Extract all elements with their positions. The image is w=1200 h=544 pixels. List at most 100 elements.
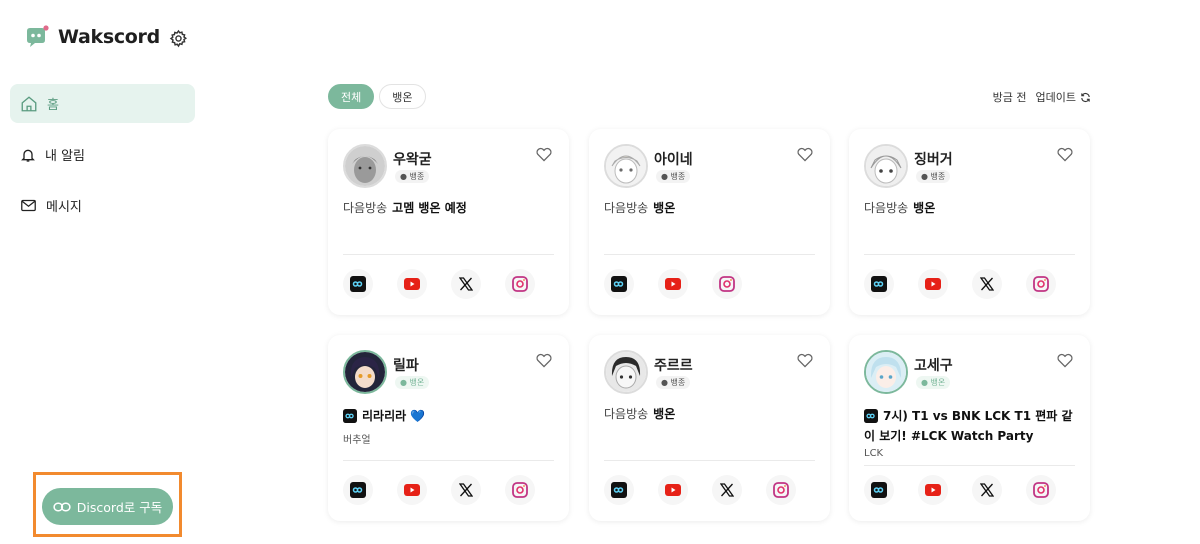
sidebar-item-home[interactable]: 홈 (10, 84, 195, 123)
streamer-card[interactable]: 우왁굳 ● 뱅종 다음방송 고멤 뱅온 예정 (328, 129, 569, 315)
instagram-icon[interactable] (505, 475, 535, 505)
heart-icon[interactable] (796, 146, 814, 162)
sidebar: Wakscord 홈 내 알림 메시지 Discord로 구독 (0, 0, 205, 544)
avatar (343, 350, 387, 394)
live-title: 7시) T1 vs BNK LCK T1 편파 같이 보기! #LCK Watc… (864, 409, 1073, 443)
divider (343, 254, 554, 255)
filter-live[interactable]: 뱅온 (379, 84, 426, 109)
divider (864, 465, 1075, 466)
heart-icon[interactable] (1056, 146, 1074, 162)
avatar (604, 144, 648, 188)
x-icon[interactable] (712, 475, 742, 505)
sidebar-nav: 홈 내 알림 메시지 (10, 84, 195, 237)
filter-all[interactable]: 전체 (328, 84, 375, 109)
live-title: 리라리라 💙 (343, 408, 558, 428)
avatar (343, 144, 387, 188)
chzzk-icon[interactable] (343, 269, 373, 299)
app: Wakscord 홈 내 알림 메시지 Discord로 구독 전체 뱅온 방금… (0, 0, 1200, 544)
heart-icon[interactable] (796, 352, 814, 368)
status-badge: ● 뱅온 (395, 376, 430, 389)
refresh-icon[interactable] (1080, 92, 1091, 103)
live-category: LCK (864, 448, 884, 459)
streamer-card[interactable]: 아이네 ● 뱅종 다음방송 뱅온 (589, 129, 830, 315)
streamer-name: 고세구 (914, 358, 953, 374)
chzzk-icon (864, 409, 878, 428)
instagram-icon[interactable] (1026, 475, 1056, 505)
x-icon[interactable] (451, 269, 481, 299)
youtube-icon[interactable] (658, 475, 688, 505)
discord-subscribe-button[interactable]: Discord로 구독 (42, 488, 173, 525)
bell-icon (21, 149, 35, 162)
sidebar-item-label: 메시지 (46, 200, 82, 215)
streamer-card[interactable]: 고세구 ● 뱅온 7시) T1 vs BNK LCK T1 편파 같이 보기! … (849, 335, 1090, 521)
youtube-icon[interactable] (658, 269, 688, 299)
discord-subscribe-label: Discord로 구독 (76, 500, 163, 515)
update-time: 방금 전 (992, 91, 1027, 104)
logo[interactable]: Wakscord (24, 24, 160, 50)
x-icon[interactable] (972, 475, 1002, 505)
streamer-name: 주르르 (654, 358, 693, 374)
app-title: Wakscord (58, 26, 160, 48)
home-icon (21, 95, 37, 111)
youtube-icon[interactable] (397, 269, 427, 299)
mail-icon (21, 199, 36, 212)
divider (604, 460, 815, 461)
x-icon[interactable] (972, 269, 1002, 299)
settings-gear-icon[interactable] (166, 26, 190, 50)
social-links (604, 475, 820, 505)
avatar (604, 350, 648, 394)
streamer-name: 릴파 (393, 358, 419, 374)
sidebar-item-label: 홈 (47, 98, 59, 113)
streamer-card[interactable]: 주르르 ● 뱅종 다음방송 뱅온 (589, 335, 830, 521)
wakscord-logo-icon (24, 24, 50, 50)
sidebar-item-label: 내 알림 (45, 149, 86, 164)
update-status: 방금 전 업데이트 (993, 89, 1091, 105)
divider (604, 254, 815, 255)
sidebar-item-notifications[interactable]: 내 알림 (10, 135, 195, 174)
youtube-icon[interactable] (918, 475, 948, 505)
streamer-card[interactable]: 징버거 ● 뱅종 다음방송 뱅온 (849, 129, 1090, 315)
divider (864, 254, 1075, 255)
heart-icon[interactable] (535, 146, 553, 162)
discord-subscribe-highlight: Discord로 구독 (33, 472, 182, 537)
x-icon[interactable] (451, 475, 481, 505)
status-badge: ● 뱅종 (395, 170, 430, 183)
sidebar-item-messages[interactable]: 메시지 (10, 186, 195, 225)
chzzk-icon[interactable] (864, 475, 894, 505)
next-broadcast: 다음방송 뱅온 (864, 201, 936, 215)
heart-icon[interactable] (535, 352, 553, 368)
heart-icon[interactable] (1056, 352, 1074, 368)
status-badge: ● 뱅온 (916, 376, 951, 389)
chzzk-icon (343, 409, 357, 428)
chzzk-icon[interactable] (343, 475, 373, 505)
next-broadcast: 다음방송 고멤 뱅온 예정 (343, 201, 467, 215)
avatar (864, 350, 908, 394)
filter-tabs: 전체 뱅온 (328, 84, 431, 109)
instagram-icon[interactable] (1026, 269, 1056, 299)
link-icon (53, 502, 71, 511)
divider (343, 460, 554, 461)
status-badge: ● 뱅종 (656, 376, 691, 389)
instagram-icon[interactable] (712, 269, 742, 299)
social-links (343, 475, 559, 505)
live-category: 버추얼 (343, 435, 371, 446)
youtube-icon[interactable] (918, 269, 948, 299)
social-links (604, 269, 766, 299)
youtube-icon[interactable] (397, 475, 427, 505)
streamer-card[interactable]: 릴파 ● 뱅온 리라리라 💙 버추얼 (328, 335, 569, 521)
instagram-icon[interactable] (766, 475, 796, 505)
streamer-name: 아이네 (654, 152, 693, 168)
chzzk-icon[interactable] (864, 269, 894, 299)
social-links (864, 269, 1080, 299)
status-badge: ● 뱅종 (916, 170, 951, 183)
streamer-name: 우왁굳 (393, 152, 432, 168)
chzzk-icon[interactable] (604, 475, 634, 505)
instagram-icon[interactable] (505, 269, 535, 299)
chzzk-icon[interactable] (604, 269, 634, 299)
streamer-name: 징버거 (914, 152, 953, 168)
social-links (343, 269, 559, 299)
status-badge: ● 뱅종 (656, 170, 691, 183)
avatar (864, 144, 908, 188)
social-links (864, 475, 1080, 505)
update-button[interactable]: 업데이트 (1036, 89, 1076, 105)
